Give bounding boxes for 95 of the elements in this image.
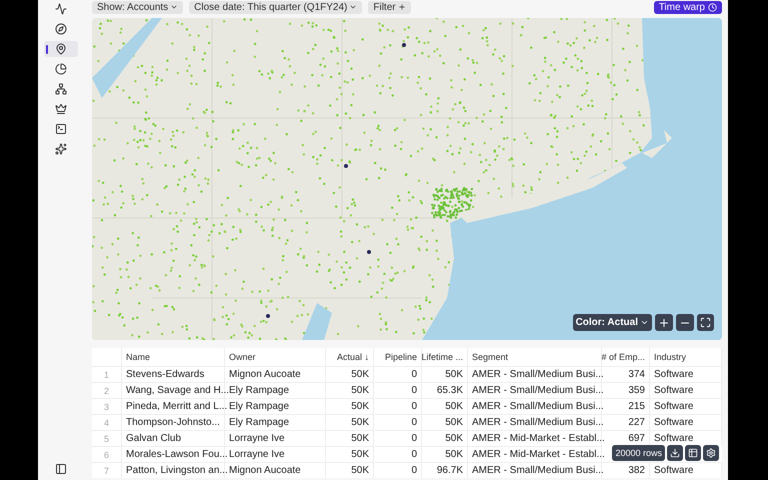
filter-dropdown[interactable]: Show: Accounts	[92, 0, 184, 14]
zoom-out-button[interactable]	[676, 314, 694, 331]
table-cell: 50K	[326, 366, 374, 382]
row-number: 5	[92, 430, 122, 446]
table-cell: 50K	[326, 398, 374, 414]
compass-icon	[55, 23, 67, 35]
table-cell: 50K	[326, 430, 374, 446]
table-cell: 227	[602, 414, 650, 430]
table-cell: Software	[650, 398, 722, 414]
time-warp-button[interactable]: Time warp	[654, 0, 722, 14]
table-cell: 50K	[422, 414, 468, 430]
crown-icon	[55, 103, 67, 115]
table-cell: 359	[602, 382, 650, 398]
table-cell: 215	[602, 398, 650, 414]
table-cell: AMER - Small/Medium Busi...	[468, 398, 602, 414]
table-cell: 50K	[422, 446, 468, 462]
row-number: 1	[92, 366, 122, 382]
table-cell: 50K	[326, 446, 374, 462]
table-cell: AMER - Mid-Market - Establ...	[468, 430, 602, 446]
table-cell: 50K	[326, 414, 374, 430]
table-cell: 0	[374, 462, 422, 478]
table-cell: Patton, Livingston an...	[122, 462, 225, 478]
table-cell: Lorrayne Ive	[225, 430, 326, 446]
row-number: 6	[92, 446, 122, 462]
table-cell: Ely Rampage	[225, 398, 326, 414]
table-cell: 96.7K	[422, 462, 468, 478]
filter-button[interactable]: Filter	[368, 0, 411, 14]
table-cell: 0	[374, 382, 422, 398]
settings-icon	[706, 448, 716, 458]
row-count: 20000 rows	[612, 445, 665, 461]
table-cell: AMER - Small/Medium Busi...	[468, 382, 602, 398]
table-cell: 50K	[422, 366, 468, 382]
sidebar-item[interactable]	[44, 41, 78, 57]
table-cell: 50K	[422, 398, 468, 414]
row-number: 7	[92, 462, 122, 478]
download-icon	[670, 448, 680, 458]
column-header[interactable]: Actual ↓	[326, 348, 374, 366]
table-cell: Stevens-Edwards	[122, 366, 225, 382]
download-button[interactable]	[667, 445, 683, 461]
column-header[interactable]: # of Emp...	[602, 348, 650, 366]
table-cell: 382	[602, 462, 650, 478]
table-cell: AMER - Small/Medium Busi...	[468, 414, 602, 430]
table-cell: 50K	[326, 462, 374, 478]
table-cell: 0	[374, 414, 422, 430]
row-number: 3	[92, 398, 122, 414]
table-cell: AMER - Small/Medium Busi...	[468, 366, 602, 382]
table-cell: Software	[650, 366, 722, 382]
table-cell: Software	[650, 462, 722, 478]
pulse-icon	[55, 3, 67, 15]
row-number: 4	[92, 414, 122, 430]
table-cell: AMER - Small/Medium Busi...	[468, 462, 602, 478]
settings-button[interactable]	[703, 445, 719, 461]
table-cell: 0	[374, 446, 422, 462]
table-cell: Pineda, Merritt and L...	[122, 398, 225, 414]
table-cell: Galvan Club	[122, 430, 225, 446]
row-number: 2	[92, 382, 122, 398]
zoom-in-button[interactable]	[655, 314, 673, 331]
column-header[interactable]: Industry	[650, 348, 722, 366]
table-cell: 0	[374, 366, 422, 382]
table-cell: 50K	[326, 382, 374, 398]
table-cell: 65.3K	[422, 382, 468, 398]
column-header[interactable]: Lifetime ...	[422, 348, 468, 366]
table-cell: Thompson-Johnsto...	[122, 414, 225, 430]
column-header[interactable]: Name	[122, 348, 225, 366]
clock-icon	[708, 2, 717, 12]
table-cell: Mignon Aucoate	[225, 366, 326, 382]
table-icon	[688, 448, 698, 458]
columns-button[interactable]	[685, 445, 701, 461]
map-pin-icon	[55, 43, 67, 55]
table-cell: Ely Rampage	[225, 414, 326, 430]
plus-icon	[658, 316, 670, 328]
pie-chart-icon	[55, 63, 67, 75]
table-cell: 50K	[422, 430, 468, 446]
column-header[interactable]: Segment	[468, 348, 602, 366]
table-cell: 0	[374, 398, 422, 414]
hierarchy-icon	[55, 83, 67, 95]
caret-icon	[170, 3, 178, 11]
terminal-icon	[55, 123, 67, 135]
table-cell: 374	[602, 366, 650, 382]
sidebar-toggle-icon[interactable]	[55, 463, 67, 475]
caret-icon	[640, 318, 649, 327]
sparkles-icon	[55, 143, 67, 155]
caret-icon	[349, 3, 358, 11]
table-cell: AMER - Mid-Market - Establ...	[468, 446, 602, 462]
color-dropdown[interactable]: Color: Actual	[572, 314, 652, 331]
table-cell: Software	[650, 414, 722, 430]
table-cell: Software	[650, 382, 722, 398]
column-header[interactable]: Pipeline	[374, 348, 422, 366]
fullscreen-icon	[700, 317, 711, 328]
table-cell: 0	[374, 430, 422, 446]
filter-dropdown[interactable]: Close date: This quarter (Q1FY24)	[189, 0, 362, 14]
fullscreen-button[interactable]	[697, 314, 714, 331]
table-cell: Morales-Lawson Fou...	[122, 446, 225, 462]
plus-icon	[398, 3, 406, 11]
column-header[interactable]: Owner	[225, 348, 326, 366]
